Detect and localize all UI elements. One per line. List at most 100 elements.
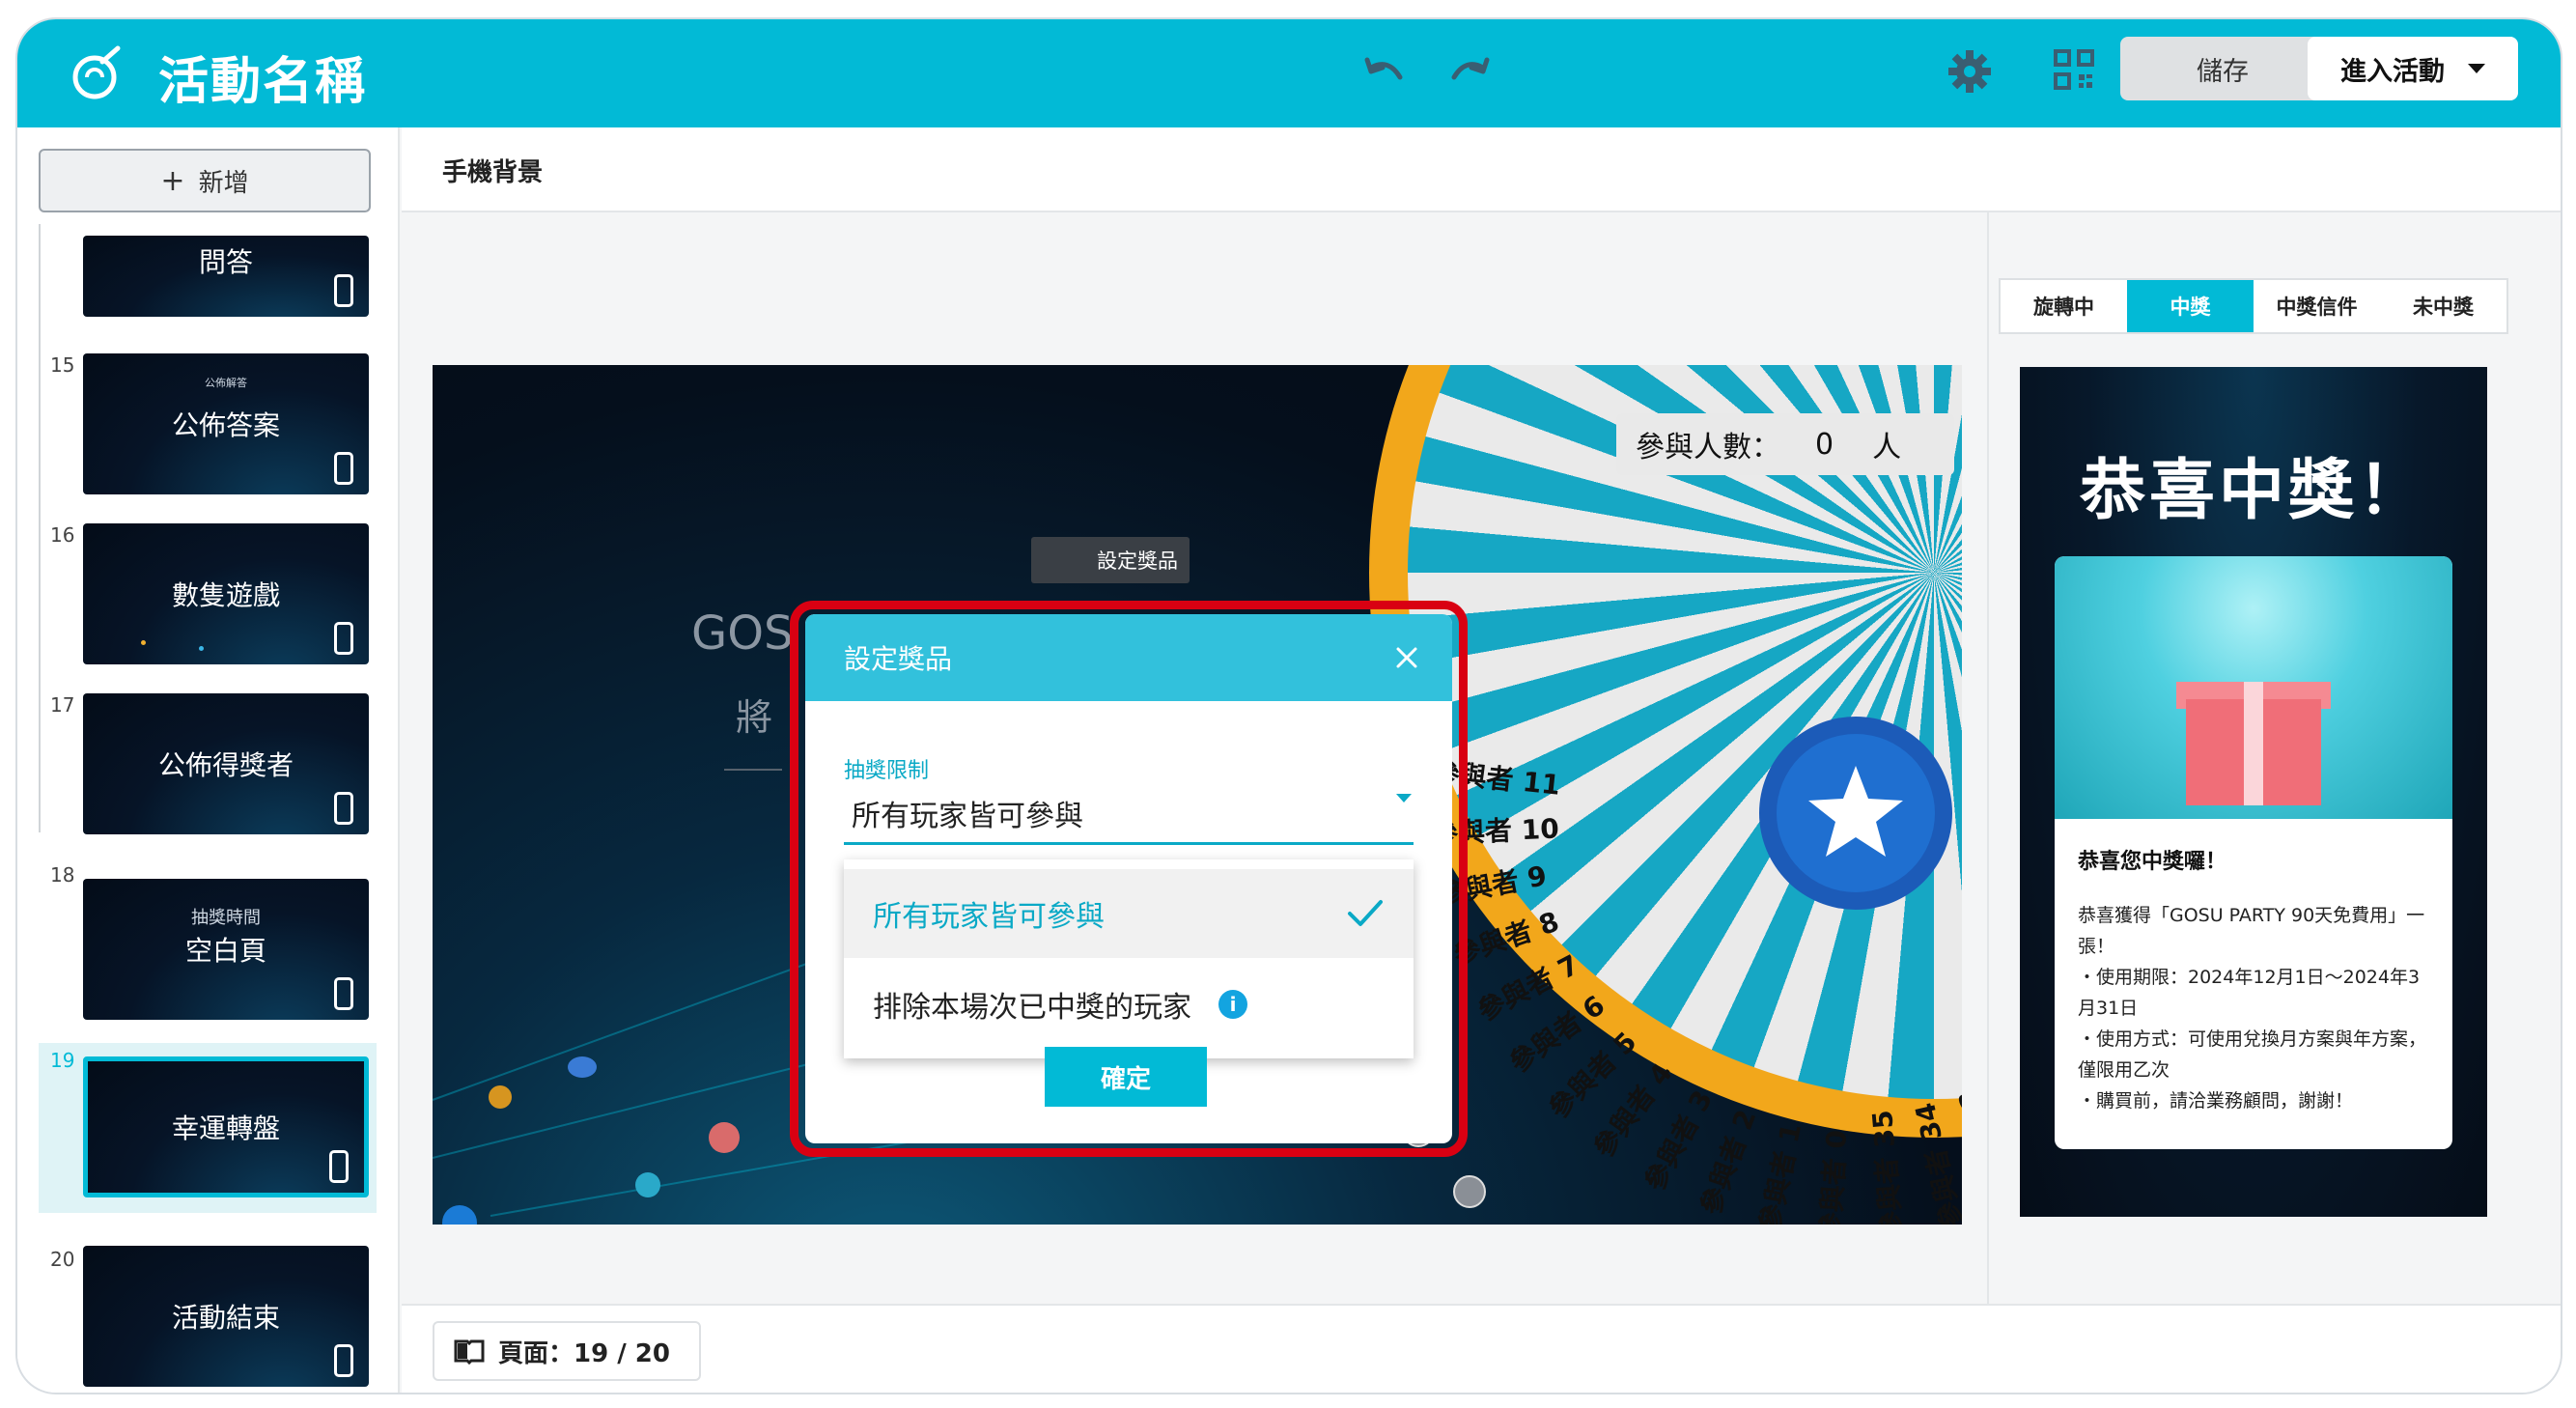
gift-image bbox=[2055, 556, 2452, 819]
decor-dot bbox=[199, 646, 204, 651]
tab-winning-email[interactable]: 中獎信件 bbox=[2254, 280, 2380, 332]
preview-title: 恭喜中獎！ bbox=[2079, 453, 2427, 529]
slide-title: 空白頁 bbox=[184, 935, 266, 967]
mobile-icon bbox=[334, 622, 353, 655]
save-button[interactable]: 儲存 bbox=[2120, 37, 2325, 100]
mobile-icon bbox=[334, 452, 353, 485]
decor-dot bbox=[489, 1085, 512, 1109]
dialog-header: 設定獎品 bbox=[805, 614, 1452, 701]
gift-ribbon bbox=[2244, 682, 2263, 805]
wheel-spin-hub[interactable] bbox=[1759, 717, 1952, 910]
page-indicator-text: 頁面：19 / 20 bbox=[498, 1338, 670, 1368]
prize-heading: 恭喜您中獎囉！ bbox=[2078, 850, 2227, 874]
main-header: 手機背景 bbox=[402, 127, 2561, 212]
tab-spinning[interactable]: 旋轉中 bbox=[2001, 280, 2127, 332]
settings-gear-icon[interactable] bbox=[1946, 48, 1993, 95]
top-bar: 活動名稱 儲存 進入活動 bbox=[17, 19, 2561, 127]
add-slide-label: 新增 bbox=[198, 168, 249, 198]
slide-number: 15 bbox=[50, 353, 75, 377]
slide-subtitle: 抽獎時間 bbox=[191, 908, 261, 928]
undo-icon[interactable] bbox=[1361, 52, 1408, 95]
enter-event-button[interactable]: 進入活動 bbox=[2308, 37, 2518, 100]
participant-count-box: 參與人數： 0 人 bbox=[1616, 413, 1954, 475]
slide-number: 20 bbox=[50, 1248, 75, 1271]
tab-winning[interactable]: 中獎 bbox=[2127, 280, 2254, 332]
close-icon[interactable] bbox=[1390, 641, 1423, 674]
slide-rail bbox=[39, 224, 41, 832]
mobile-preview: 恭喜中獎！ 恭喜您中獎囉！ 恭喜獲得「GOSU PARTY 90天免費用」一張！… bbox=[2020, 367, 2487, 1217]
wheel-participant-label: 參與者 0 bbox=[1814, 1129, 1854, 1225]
slide-thumbnail[interactable]: 問答 bbox=[83, 236, 369, 317]
participant-count-value: 0 bbox=[1815, 427, 1834, 462]
mobile-icon bbox=[334, 1344, 353, 1377]
prize-body: 恭喜獲得「GOSU PARTY 90天免費用」一張！ ・使用期限：2024年12… bbox=[2078, 905, 2427, 1112]
dropdown-option-all-players[interactable]: 所有玩家皆可參與 bbox=[844, 869, 1414, 958]
slide-thumbnail[interactable]: 公佈得獎者 bbox=[83, 693, 369, 834]
decor-dot bbox=[442, 1205, 477, 1225]
panel-divider bbox=[1987, 212, 1989, 1304]
mobile-icon bbox=[334, 792, 353, 825]
prize-card: 恭喜您中獎囉！ 恭喜獲得「GOSU PARTY 90天免費用」一張！ ・使用期限… bbox=[2055, 556, 2452, 1149]
mobile-icon bbox=[334, 977, 353, 1010]
stage-brand-text: GOS bbox=[691, 606, 794, 661]
page-indicator[interactable]: 頁面：19 / 20 bbox=[433, 1321, 701, 1381]
background-setting-label[interactable]: 手機背景 bbox=[442, 153, 543, 188]
slide-title: 問答 bbox=[198, 246, 253, 278]
slide-thumbnail[interactable]: 公佈解答 公佈答案 bbox=[83, 353, 369, 494]
slide-subtitle: 公佈解答 bbox=[205, 377, 247, 389]
slide-title: 公佈得獎者 bbox=[157, 749, 294, 781]
result-tabs: 旋轉中 中獎 中獎信件 未中獎 bbox=[1999, 278, 2508, 334]
stage-prize-text: 將 bbox=[736, 696, 773, 739]
decor-dot bbox=[141, 640, 146, 645]
slide-title: 幸運轉盤 bbox=[171, 1112, 280, 1144]
decor-dot bbox=[709, 1122, 740, 1153]
chevron-down-icon bbox=[2468, 64, 2485, 73]
slide-sidebar: + 新增 問答 15 公佈解答 公佈答案 16 數隻遊戲 17 公佈得獎者 18 bbox=[17, 127, 400, 1393]
slide-thumbnail-selected[interactable]: 幸運轉盤 bbox=[83, 1056, 369, 1197]
chevron-down-icon[interactable] bbox=[1396, 794, 1412, 803]
book-icon bbox=[454, 1339, 485, 1365]
enter-event-label: 進入活動 bbox=[2340, 56, 2445, 87]
option-label: 所有玩家皆可參與 bbox=[873, 900, 1105, 934]
decor-dot bbox=[568, 1056, 597, 1078]
info-icon[interactable]: i bbox=[1218, 990, 1247, 1019]
plus-icon: + bbox=[160, 163, 185, 198]
participant-count-unit: 人 bbox=[1872, 431, 1902, 465]
slide-title: 公佈答案 bbox=[171, 409, 280, 441]
slide-title: 數隻遊戲 bbox=[171, 579, 280, 611]
participant-count-label: 參與人數： bbox=[1636, 431, 1780, 465]
slide-thumbnail[interactable]: 活動結束 bbox=[83, 1246, 369, 1387]
slide-number: 17 bbox=[50, 693, 75, 717]
qr-code-icon[interactable] bbox=[2053, 48, 2095, 91]
check-icon bbox=[1348, 900, 1383, 926]
mobile-icon bbox=[329, 1150, 349, 1183]
decor-dot bbox=[635, 1172, 660, 1197]
select-underline bbox=[844, 842, 1414, 845]
set-prize-tag[interactable]: 設定獎品 bbox=[1031, 537, 1190, 583]
slide-number: 16 bbox=[50, 523, 75, 547]
confirm-button[interactable]: 確定 bbox=[1045, 1047, 1207, 1107]
dropdown-option-exclude-winners[interactable]: 排除本場次已中獎的玩家 i bbox=[844, 960, 1414, 1049]
redo-icon[interactable] bbox=[1446, 52, 1493, 95]
dialog-title: 設定獎品 bbox=[844, 643, 953, 675]
slide-thumbnail[interactable]: 抽獎時間 空白頁 bbox=[83, 879, 369, 1020]
app-title: 活動名稱 bbox=[158, 53, 368, 111]
mobile-icon bbox=[334, 274, 353, 307]
slide-number: 18 bbox=[50, 863, 75, 887]
editor-footer: 頁面：19 / 20 bbox=[402, 1304, 2561, 1393]
slide-number: 19 bbox=[50, 1049, 75, 1072]
slide-thumbnail[interactable]: 數隻遊戲 bbox=[83, 523, 369, 664]
tab-not-winning[interactable]: 未中獎 bbox=[2380, 280, 2506, 332]
draw-limit-label: 抽獎限制 bbox=[844, 759, 930, 783]
option-label: 排除本場次已中獎的玩家 bbox=[873, 991, 1191, 1025]
draw-limit-dropdown: 所有玩家皆可參與 排除本場次已中獎的玩家 i bbox=[844, 859, 1414, 1058]
logo-icon bbox=[72, 45, 121, 99]
divider bbox=[724, 769, 782, 771]
star-icon bbox=[1808, 766, 1903, 857]
slide-title: 活動結束 bbox=[171, 1302, 280, 1334]
app-frame: 活動名稱 儲存 進入活動 + 新增 問答 15 公佈解答 公佈答案 16 數隻遊… bbox=[15, 17, 2562, 1394]
hub-inner bbox=[1777, 734, 1935, 892]
draw-limit-select[interactable]: 所有玩家皆可參與 bbox=[852, 792, 1083, 834]
wheel-participant-label: 參與者 1 bbox=[1752, 1120, 1807, 1225]
add-slide-button[interactable]: + 新增 bbox=[39, 149, 371, 212]
